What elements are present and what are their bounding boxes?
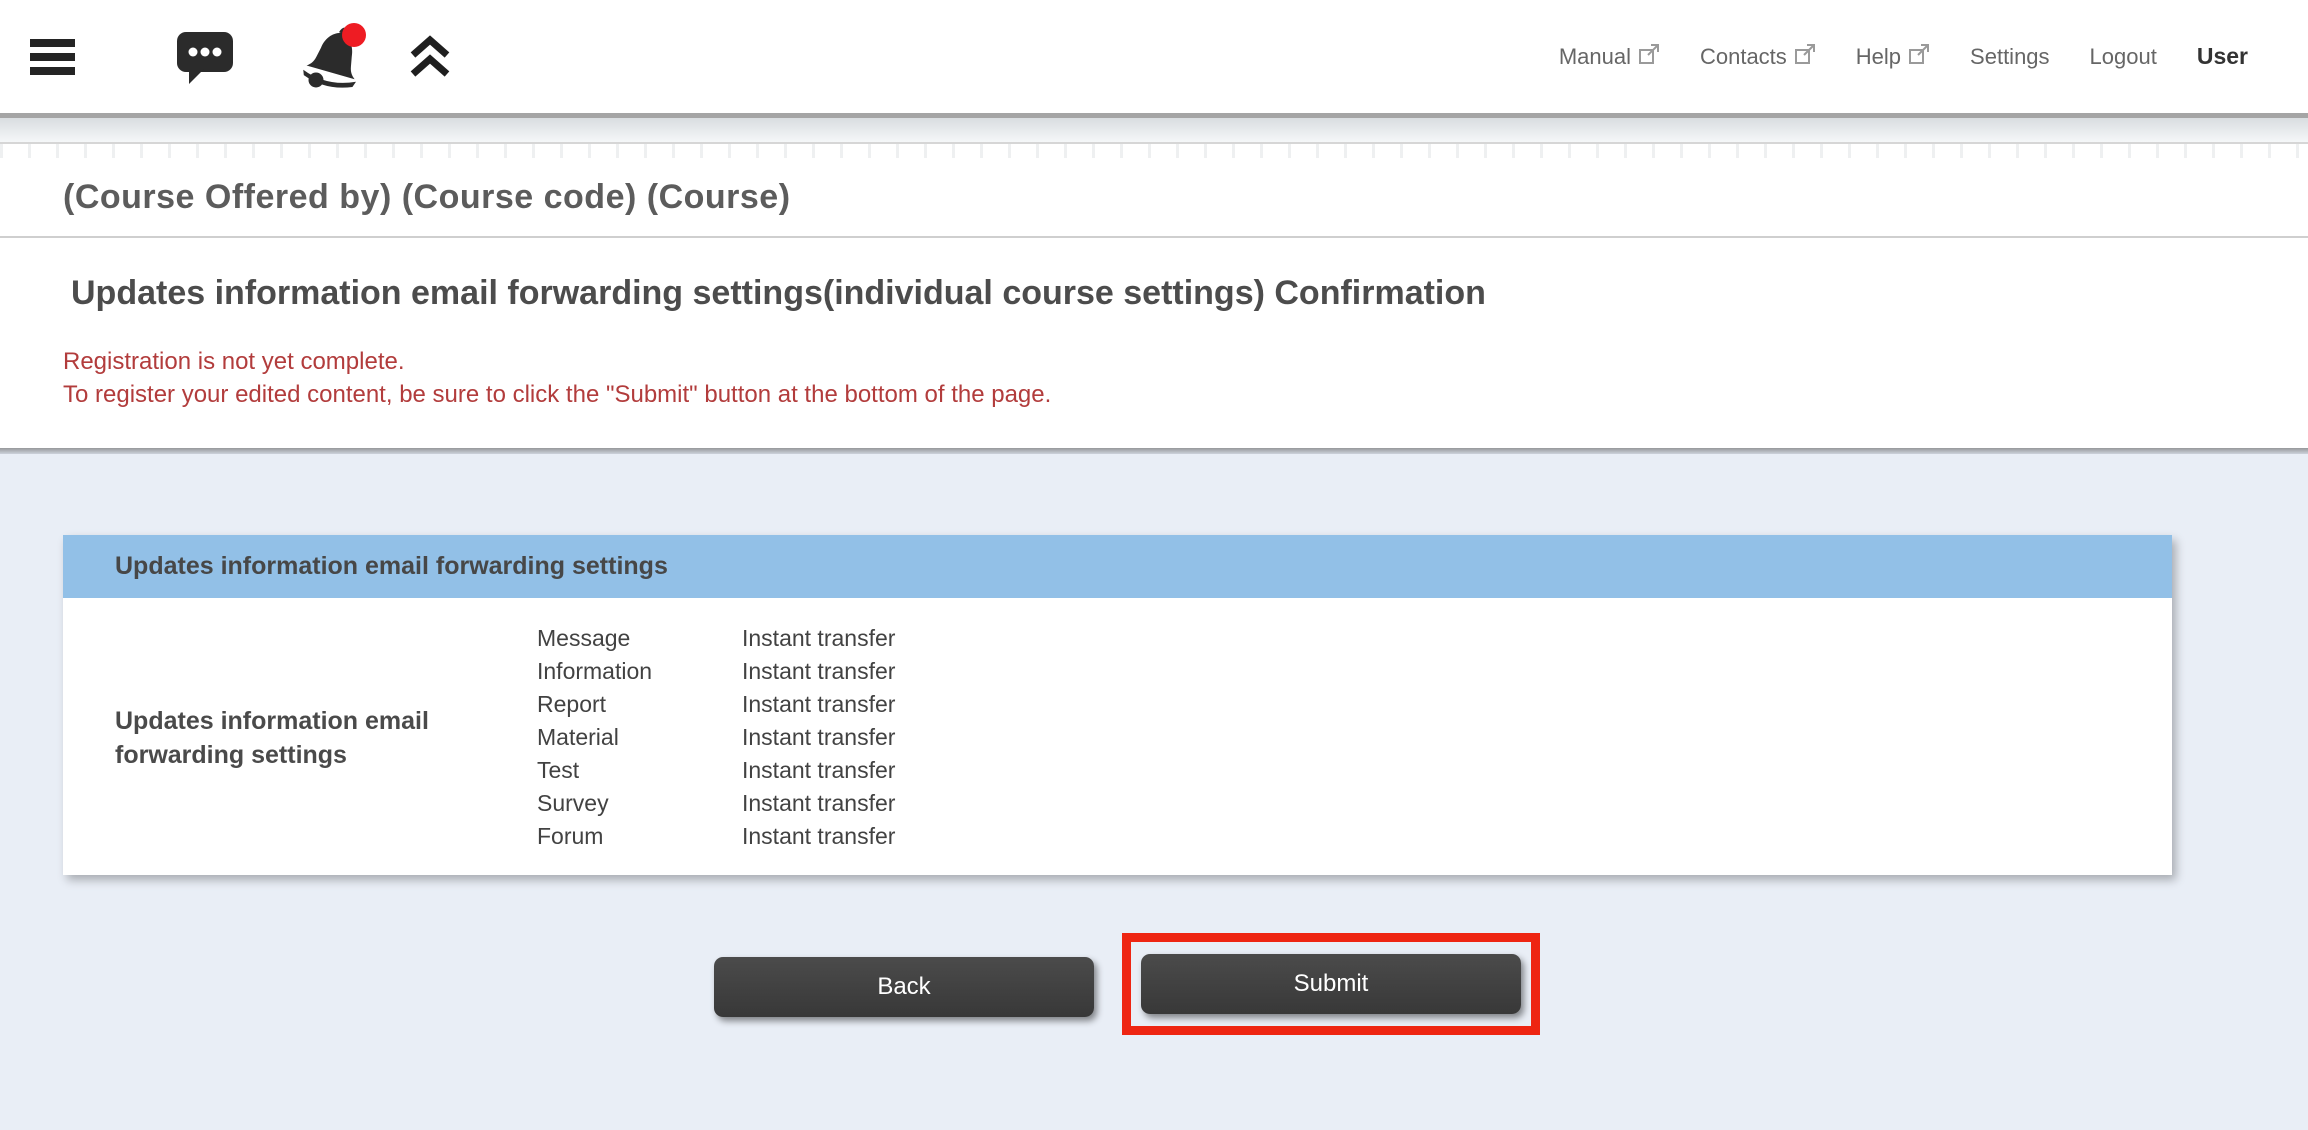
item-name: Survey xyxy=(537,787,742,820)
nav-help[interactable]: Help xyxy=(1856,43,1930,71)
item-value: Instant transfer xyxy=(742,688,895,721)
item-value: Instant transfer xyxy=(742,655,895,688)
button-area: Back Submit xyxy=(0,875,2308,1075)
top-nav: Manual Contacts Help xyxy=(1559,43,2248,71)
item-name: Information xyxy=(537,655,742,688)
nav-logout[interactable]: Logout xyxy=(2090,44,2157,70)
forwarding-settings-panel: Updates information email forwarding set… xyxy=(63,535,2172,875)
menu-icon[interactable] xyxy=(30,38,76,76)
nav-user[interactable]: User xyxy=(2197,43,2248,70)
table-row: Material Instant transfer xyxy=(537,721,895,754)
notice-line-1: Registration is not yet complete. xyxy=(63,345,2308,378)
item-value: Instant transfer xyxy=(742,622,895,655)
chat-bubble-icon[interactable] xyxy=(176,29,234,85)
course-title-bar: (Course Offered by) (Course code) (Cours… xyxy=(0,158,2308,238)
item-value: Instant transfer xyxy=(742,820,895,853)
course-title: (Course Offered by) (Course code) (Cours… xyxy=(63,178,791,217)
nav-help-label: Help xyxy=(1856,44,1901,70)
double-chevron-up-icon[interactable] xyxy=(408,35,452,79)
table-row: Report Instant transfer xyxy=(537,688,895,721)
table-row: Forum Instant transfer xyxy=(537,820,895,853)
back-button[interactable]: Back xyxy=(714,957,1094,1017)
submit-button[interactable]: Submit xyxy=(1141,954,1521,1014)
item-name: Material xyxy=(537,721,742,754)
item-name: Report xyxy=(537,688,742,721)
external-link-icon xyxy=(1638,43,1660,71)
item-name: Forum xyxy=(537,820,742,853)
nav-manual-label: Manual xyxy=(1559,44,1631,70)
topbar-icon-group xyxy=(0,22,452,92)
confirmation-block: Updates information email forwarding set… xyxy=(0,238,2308,448)
background-texture-strip xyxy=(0,144,2308,158)
main-content: Updates information email forwarding set… xyxy=(0,448,2308,1130)
row-label: Updates information email forwarding set… xyxy=(63,704,537,772)
submit-highlight-box: Submit xyxy=(1122,933,1540,1035)
notification-bell-icon[interactable] xyxy=(302,22,368,92)
nav-contacts-label: Contacts xyxy=(1700,44,1787,70)
nav-settings[interactable]: Settings xyxy=(1970,44,2050,70)
table-row: Survey Instant transfer xyxy=(537,787,895,820)
table-row: Information Instant transfer xyxy=(537,655,895,688)
panel-header: Updates information email forwarding set… xyxy=(63,535,2172,598)
forwarding-items: Message Instant transfer Information Ins… xyxy=(537,622,895,853)
table-row: Message Instant transfer xyxy=(537,622,895,655)
top-bar: Manual Contacts Help xyxy=(0,0,2308,113)
page-title: Updates information email forwarding set… xyxy=(0,274,2308,313)
item-name: Message xyxy=(537,622,742,655)
item-value: Instant transfer xyxy=(742,721,895,754)
nav-contacts[interactable]: Contacts xyxy=(1700,43,1816,71)
item-name: Test xyxy=(537,754,742,787)
external-link-icon xyxy=(1794,43,1816,71)
panel-body: Updates information email forwarding set… xyxy=(63,598,2172,875)
item-value: Instant transfer xyxy=(742,787,895,820)
header-divider-band xyxy=(0,113,2308,144)
item-value: Instant transfer xyxy=(742,754,895,787)
nav-manual[interactable]: Manual xyxy=(1559,43,1660,71)
table-row: Test Instant transfer xyxy=(537,754,895,787)
registration-notice: Registration is not yet complete. To reg… xyxy=(0,345,2308,411)
external-link-icon xyxy=(1908,43,1930,71)
notice-line-2: To register your edited content, be sure… xyxy=(63,378,2308,411)
